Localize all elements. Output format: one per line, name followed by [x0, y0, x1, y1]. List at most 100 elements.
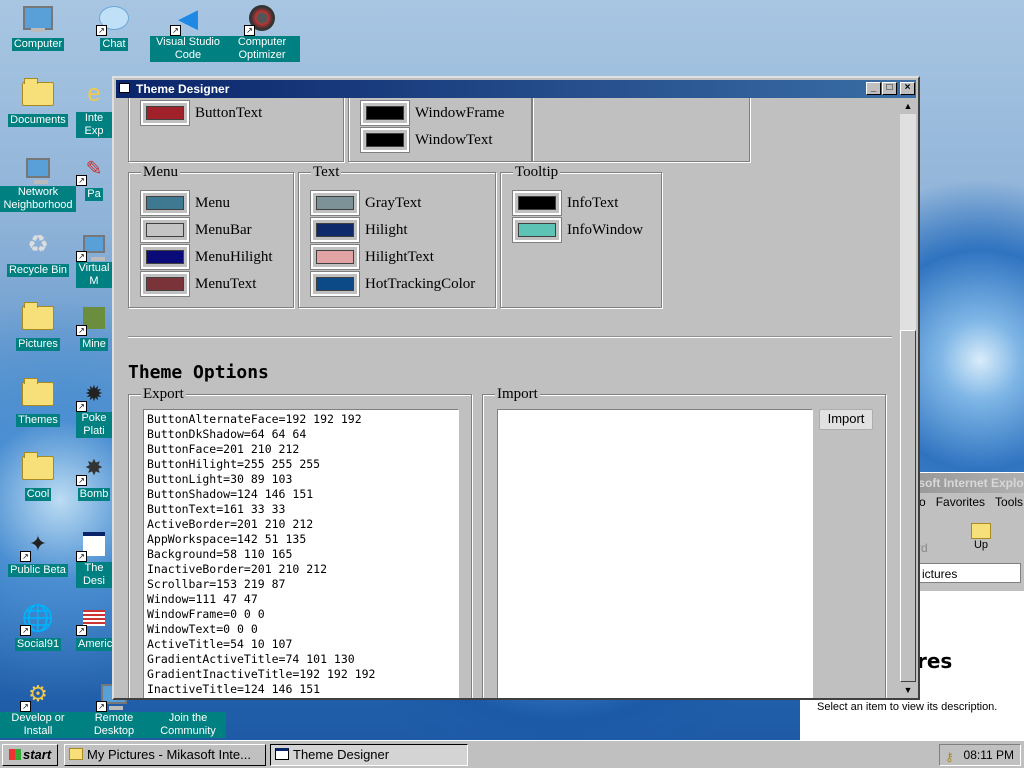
- gauge-icon: ↗: [244, 2, 278, 36]
- taskbar-button-theme-designer[interactable]: Theme Designer: [270, 744, 468, 766]
- scroll-up-arrow-icon[interactable]: ▲: [900, 98, 916, 114]
- color-row-menuhilight[interactable]: MenuHilight: [140, 244, 273, 270]
- color-row-windowframe[interactable]: WindowFrame: [360, 100, 505, 126]
- color-fill: [146, 250, 184, 264]
- color-swatch-button[interactable]: [140, 271, 190, 297]
- color-swatch-button[interactable]: [512, 190, 562, 216]
- clock[interactable]: 08:11 PM: [964, 748, 1014, 762]
- color-fill: [316, 223, 354, 237]
- export-text: ButtonAlternateFace=192 192 192 ButtonDk…: [147, 412, 376, 696]
- bomb-icon: ✸ ↗: [76, 452, 110, 486]
- scroll-down-arrow-icon[interactable]: ▼: [900, 682, 916, 698]
- export-textarea[interactable]: ButtonAlternateFace=192 192 192 ButtonDk…: [143, 409, 459, 698]
- ie-menu-item-favorites[interactable]: Favorites: [936, 495, 985, 509]
- color-swatch-button[interactable]: [140, 217, 190, 243]
- scrollbar-thumb[interactable]: [900, 330, 916, 682]
- color-row-menu[interactable]: Menu: [140, 190, 230, 216]
- desktop-icon-paint[interactable]: ✎ ↗ Pa: [76, 152, 112, 201]
- color-swatch-button[interactable]: [140, 100, 190, 126]
- desktop-icon-computer[interactable]: Computer: [0, 2, 76, 51]
- color-swatch-button[interactable]: [140, 190, 190, 216]
- color-row-windowtext[interactable]: WindowText: [360, 127, 493, 153]
- color-row-hilighttext[interactable]: HilightText: [310, 244, 434, 270]
- color-label: GrayText: [365, 194, 422, 211]
- color-label: WindowFrame: [415, 104, 505, 121]
- desktop-icon-internet-explorer[interactable]: e Inte Exp: [76, 78, 112, 138]
- color-row-infowindow[interactable]: InfoWindow: [512, 217, 644, 243]
- color-swatch-button[interactable]: [310, 217, 360, 243]
- color-fill: [146, 106, 184, 120]
- desktop-icon-theme-designer[interactable]: ↗ The Desi: [76, 528, 112, 588]
- group-partial-empty: [532, 98, 750, 162]
- system-tray: ⚷ 08:11 PM: [939, 744, 1021, 766]
- desktop-icon-virtual-machine[interactable]: ↗ Virtual M: [76, 228, 112, 288]
- color-label: ButtonText: [195, 104, 263, 121]
- window-icon: [275, 748, 289, 760]
- color-swatch-button[interactable]: [310, 190, 360, 216]
- desktop-icon-chat[interactable]: ↗ Chat: [76, 2, 152, 51]
- color-fill: [366, 133, 404, 147]
- computer-icon: [22, 2, 54, 34]
- ie-address-field[interactable]: ictures: [917, 563, 1021, 583]
- color-row-hilight[interactable]: Hilight: [310, 217, 408, 243]
- desktop-icon-bomb[interactable]: ✸ ↗ Bomb: [76, 452, 112, 501]
- ie-description: Select an item to view its description.: [817, 701, 998, 713]
- ie-menu-item-go[interactable]: o: [919, 495, 926, 509]
- desktop-icon-network-neighborhood[interactable]: Network Neighborhood: [0, 152, 76, 212]
- recycle-bin-icon: ♻: [27, 230, 49, 258]
- title-bar[interactable]: Theme Designer _ □ ×: [116, 80, 916, 98]
- color-fill: [316, 250, 354, 264]
- vscode-icon: ◀ ↗: [170, 2, 204, 36]
- maximize-button[interactable]: □: [882, 82, 897, 95]
- desktop-icon-public-beta[interactable]: ✦ ↗ Public Beta: [0, 528, 76, 577]
- window-icon: ↗: [76, 528, 110, 562]
- color-row-menubar[interactable]: MenuBar: [140, 217, 252, 243]
- color-swatch-button[interactable]: [512, 217, 562, 243]
- desktop-icon-minecraft[interactable]: ↗ Mine: [76, 302, 112, 351]
- minimize-button[interactable]: _: [866, 82, 881, 95]
- desktop-icon-pokemon[interactable]: ✹ ↗ Poke Plati: [76, 378, 112, 438]
- color-row-hottrackingcolor[interactable]: HotTrackingColor: [310, 271, 475, 297]
- color-swatch-button[interactable]: [360, 100, 410, 126]
- desktop-icon-themes[interactable]: Themes: [0, 378, 76, 427]
- color-swatch-button[interactable]: [310, 244, 360, 270]
- ie-up-button[interactable]: Up: [971, 523, 991, 551]
- vertical-scrollbar[interactable]: ▲ ▼: [900, 98, 916, 698]
- desktop-icon-pictures[interactable]: Pictures: [0, 302, 76, 351]
- color-swatch-button[interactable]: [310, 271, 360, 297]
- group-text: Text GrayText Hilight HilightText HotTra…: [298, 164, 496, 308]
- desktop-icon-develop-or-install[interactable]: ⚙ ↗ Develop or Install: [0, 678, 76, 738]
- group-button: ButtonText: [128, 98, 344, 162]
- color-row-infotext[interactable]: InfoText: [512, 190, 619, 216]
- color-swatch-button[interactable]: [140, 244, 190, 270]
- folder-icon: [22, 378, 54, 410]
- color-label: InfoText: [567, 194, 619, 211]
- color-row-graytext[interactable]: GrayText: [310, 190, 422, 216]
- up-folder-icon: [971, 523, 991, 539]
- desktop-icon-cool[interactable]: Cool: [0, 452, 76, 501]
- close-button[interactable]: ×: [900, 82, 915, 95]
- color-swatch-button[interactable]: [360, 127, 410, 153]
- desktop-icon-documents[interactable]: Documents: [0, 78, 76, 127]
- folder-icon: [22, 78, 54, 110]
- color-label: InfoWindow: [567, 221, 644, 238]
- desktop-icon-recycle-bin[interactable]: ♻ Recycle Bin: [0, 228, 76, 277]
- color-row-menutext[interactable]: MenuText: [140, 271, 256, 297]
- color-fill: [518, 196, 556, 210]
- desktop-icon-america[interactable]: ↗ America: [76, 602, 112, 651]
- color-label: Menu: [195, 194, 230, 211]
- desktop-icon-social91[interactable]: 🌐 ↗ Social91: [0, 602, 76, 651]
- group-legend-text: Text: [311, 164, 342, 181]
- desktop-icon-computer-optimizer[interactable]: ↗ Computer Optimizer: [224, 2, 300, 62]
- import-textarea[interactable]: [497, 409, 813, 698]
- color-row-buttontext[interactable]: ButtonText: [140, 100, 263, 126]
- start-button[interactable]: start: [2, 744, 58, 766]
- taskbar-button-my-pictures[interactable]: My Pictures - Mikasoft Inte...: [64, 744, 266, 766]
- folder-icon: [22, 452, 54, 484]
- key-icon[interactable]: ⚷: [945, 747, 954, 767]
- import-button[interactable]: Import: [819, 409, 873, 430]
- desktop-icon-vscode[interactable]: ◀ ↗ Visual Studio Code: [150, 2, 226, 62]
- virtual-machine-icon: ↗: [76, 228, 110, 262]
- window-icon: [119, 83, 130, 93]
- ie-menu-item-tools[interactable]: Tools: [995, 495, 1023, 509]
